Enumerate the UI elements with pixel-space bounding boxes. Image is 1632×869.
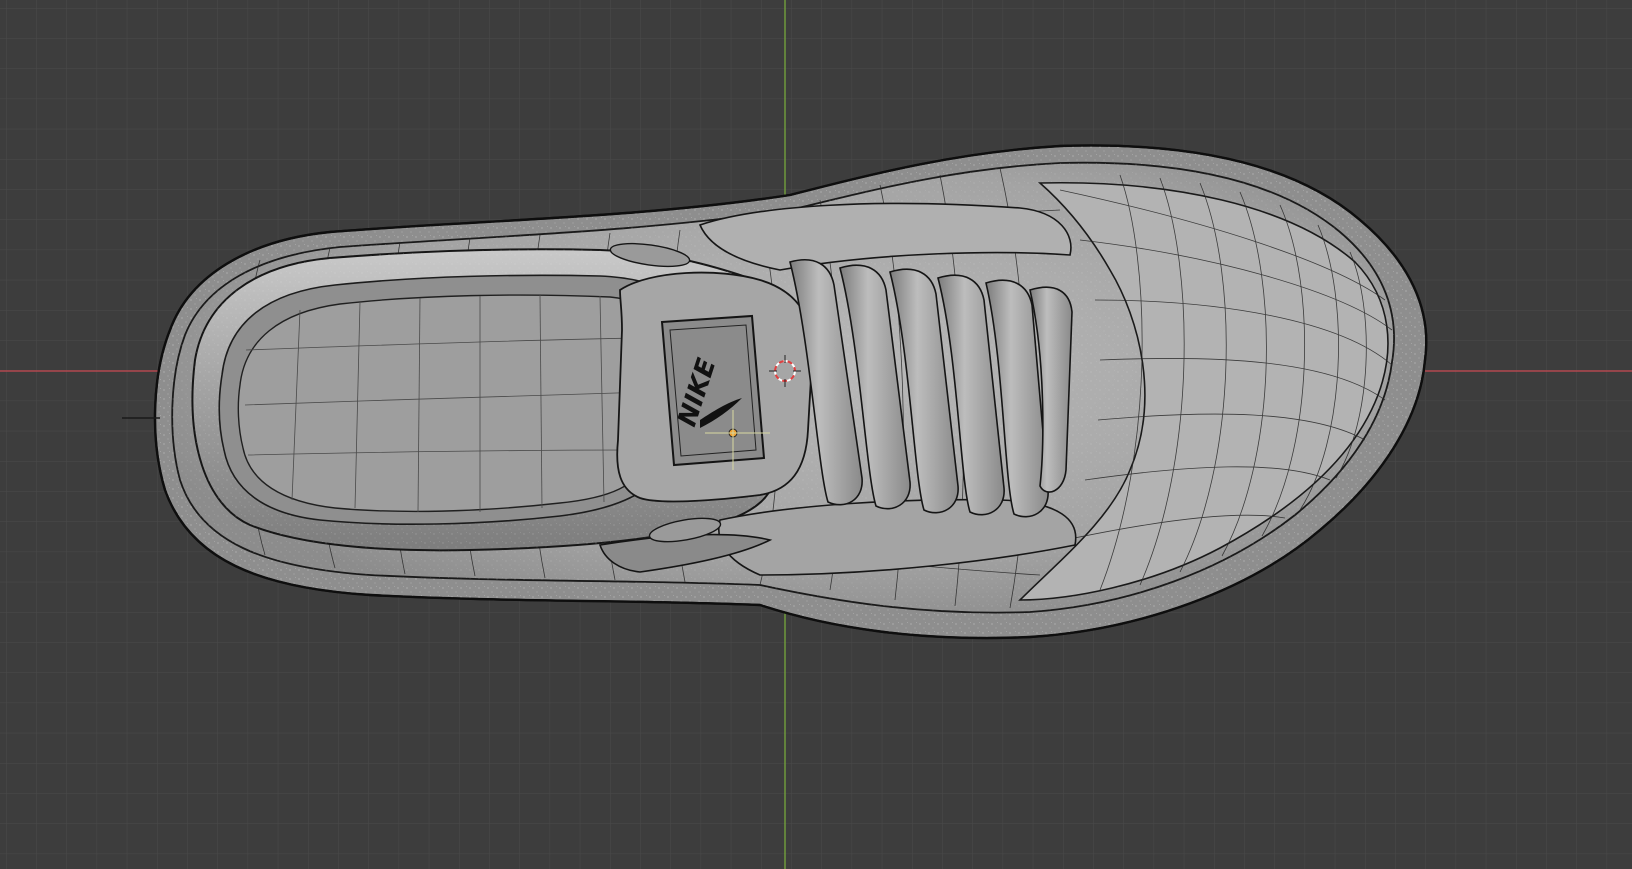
laces bbox=[789, 258, 1073, 518]
viewport-canvas[interactable]: NIKE bbox=[0, 0, 1632, 869]
tongue-label: NIKE bbox=[660, 314, 766, 467]
3d-viewport[interactable]: NIKE bbox=[0, 0, 1632, 869]
